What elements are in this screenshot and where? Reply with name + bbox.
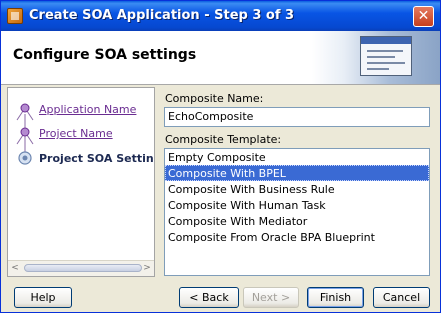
- scroll-left-icon[interactable]: <: [9, 262, 21, 274]
- step-project-name[interactable]: Project Name: [39, 127, 113, 140]
- list-item[interactable]: Composite With Human Task: [165, 197, 429, 213]
- steps-pane: Application Name Project Name Project SO…: [7, 87, 155, 277]
- back-button[interactable]: < Back: [179, 287, 239, 308]
- wizard-header: Configure SOA settings: [1, 31, 440, 85]
- step-done-icon: [20, 127, 30, 137]
- list-item[interactable]: Empty Composite: [165, 149, 429, 165]
- steps-horizontal-scrollbar[interactable]: < >: [8, 260, 154, 276]
- list-item-selected[interactable]: Composite With BPEL: [165, 165, 429, 181]
- step-project-soa-settings: Project SOA Settings: [39, 152, 154, 165]
- scrollbar-thumb[interactable]: [24, 264, 142, 272]
- button-bar: Help < Back Next > Finish Cancel: [1, 282, 440, 312]
- composite-template-label: Composite Template:: [165, 133, 282, 146]
- composite-name-label: Composite Name:: [165, 92, 264, 105]
- composite-name-input[interactable]: EchoComposite: [164, 107, 430, 127]
- wizard-graphic-icon: [360, 36, 412, 76]
- step-application-name[interactable]: Application Name: [39, 103, 136, 116]
- dialog-window: Create SOA Application - Step 3 of 3 ✕ C…: [0, 0, 441, 313]
- close-button[interactable]: ✕: [413, 6, 434, 27]
- step-done-icon: [20, 103, 30, 113]
- scroll-right-icon[interactable]: >: [141, 262, 153, 274]
- list-item[interactable]: Composite With Mediator: [165, 213, 429, 229]
- finish-button[interactable]: Finish: [307, 287, 364, 308]
- help-button[interactable]: Help: [14, 287, 72, 308]
- cancel-button[interactable]: Cancel: [373, 287, 430, 308]
- header-graphic: [312, 31, 440, 84]
- list-item[interactable]: Composite From Oracle BPA Blueprint: [165, 229, 429, 245]
- composite-template-list[interactable]: Empty Composite Composite With BPEL Comp…: [164, 148, 430, 276]
- next-button[interactable]: Next >: [243, 287, 299, 308]
- page-title: Configure SOA settings: [13, 47, 197, 63]
- list-item[interactable]: Composite With Business Rule: [165, 181, 429, 197]
- app-icon: [7, 8, 23, 24]
- window-title: Create SOA Application - Step 3 of 3: [29, 8, 295, 23]
- title-bar[interactable]: Create SOA Application - Step 3 of 3 ✕: [1, 1, 440, 31]
